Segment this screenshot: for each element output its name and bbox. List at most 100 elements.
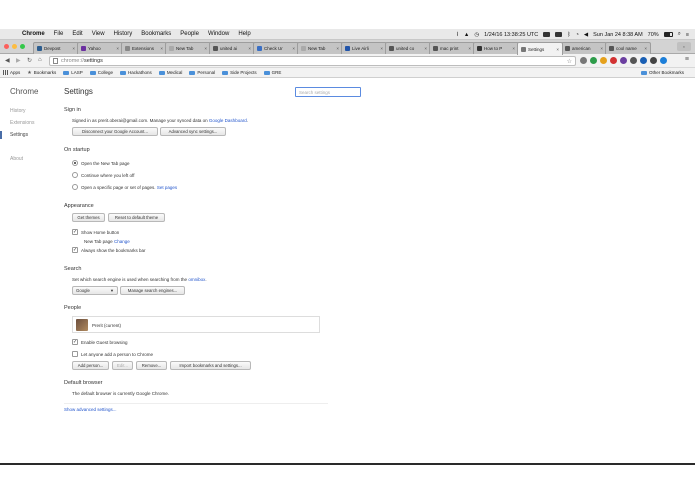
- menu-edit[interactable]: Edit: [72, 31, 82, 37]
- close-window-button[interactable]: [4, 44, 9, 49]
- tab-devpost[interactable]: Devpost ×: [33, 42, 79, 54]
- volume-icon[interactable]: ◀: [584, 32, 588, 38]
- wifi-icon[interactable]: ◔: [576, 32, 579, 38]
- menu-history[interactable]: History: [114, 31, 133, 37]
- minimize-window-button[interactable]: [12, 44, 17, 49]
- menu-people[interactable]: People: [180, 31, 199, 37]
- change-home-link[interactable]: Change: [114, 239, 130, 244]
- import-bookmarks-button[interactable]: Import bookmarks and settings...: [170, 361, 251, 370]
- startup-radio-continue[interactable]: [72, 172, 78, 178]
- add-person-button[interactable]: Add person...: [72, 361, 109, 370]
- close-tab-icon[interactable]: ×: [468, 46, 471, 51]
- close-tab-icon[interactable]: ×: [336, 46, 339, 51]
- tab-live-airli[interactable]: Live Airli ×: [341, 42, 387, 54]
- bookmark-bookmarks[interactable]: ★ Bookmarks: [27, 70, 56, 76]
- remove-person-button[interactable]: Remove...: [136, 361, 167, 370]
- extension-red-icon[interactable]: [610, 57, 617, 64]
- menu-bookmarks[interactable]: Bookmarks: [141, 31, 171, 37]
- menu-chrome[interactable]: Chrome: [22, 31, 45, 37]
- close-tab-icon[interactable]: ×: [160, 46, 163, 51]
- menu-view[interactable]: View: [92, 31, 105, 37]
- bookmark-folder-personal[interactable]: Personal: [189, 70, 215, 75]
- bookmark-folder-medical[interactable]: Medical: [158, 70, 182, 75]
- tab-check-ur[interactable]: Check Ur ×: [253, 42, 299, 54]
- chrome-menu-icon[interactable]: ≡: [685, 56, 689, 63]
- show-bookmarks-checkbox[interactable]: ✓: [72, 247, 78, 253]
- tab-new-tab[interactable]: New Tab ×: [297, 42, 343, 54]
- anyone-add-person-checkbox[interactable]: [72, 351, 78, 357]
- bookmark-folder-gre[interactable]: GRE: [263, 70, 281, 75]
- close-tab-icon[interactable]: ×: [556, 47, 559, 52]
- nav-item-about[interactable]: About: [0, 153, 34, 165]
- search-settings-input[interactable]: [295, 87, 361, 97]
- set-pages-link[interactable]: Set pages: [157, 185, 177, 190]
- tab-settings[interactable]: Settings ×: [517, 42, 563, 55]
- menu-help[interactable]: Help: [238, 31, 250, 37]
- notification-center-icon[interactable]: ≡: [686, 32, 689, 38]
- menu-file[interactable]: File: [54, 31, 64, 37]
- show-advanced-settings-link[interactable]: Show advanced settings...: [64, 407, 117, 412]
- bookmark-folder-college[interactable]: College: [89, 70, 113, 75]
- nav-item-settings[interactable]: Settings: [0, 129, 34, 141]
- reset-theme-button[interactable]: Reset to default theme: [108, 213, 165, 222]
- status-square-icon[interactable]: [543, 32, 551, 37]
- bookmark-apps[interactable]: Apps: [3, 70, 20, 75]
- bookmark-star-icon[interactable]: ☆: [567, 58, 572, 65]
- extension-dark-icon[interactable]: [630, 57, 637, 64]
- back-icon[interactable]: ◀: [5, 57, 10, 64]
- close-tab-icon[interactable]: ×: [380, 46, 383, 51]
- close-tab-icon[interactable]: ×: [248, 46, 251, 51]
- show-home-checkbox[interactable]: ✓: [72, 229, 78, 235]
- close-tab-icon[interactable]: ×: [644, 46, 647, 51]
- menubar-clock[interactable]: Sun Jan 24 8:38 AM: [593, 32, 643, 38]
- extension-purple-icon[interactable]: [620, 57, 627, 64]
- close-tab-icon[interactable]: ×: [204, 46, 207, 51]
- get-themes-button[interactable]: Get themes: [72, 213, 105, 222]
- google-dashboard-link[interactable]: Google Dashboard: [209, 118, 247, 123]
- clock-app-icon[interactable]: ◷: [474, 32, 479, 38]
- edit-person-button[interactable]: Edit...: [112, 361, 133, 370]
- tab-united-co[interactable]: united co ×: [385, 42, 431, 54]
- extension-blue-icon[interactable]: [640, 57, 647, 64]
- drive-icon[interactable]: ▲: [464, 32, 469, 38]
- home-icon[interactable]: ⌂: [38, 57, 42, 63]
- spotlight-icon[interactable]: ⌕: [678, 31, 681, 38]
- signal-icon[interactable]: ⌇: [456, 32, 459, 38]
- close-tab-icon[interactable]: ×: [116, 46, 119, 51]
- other-bookmarks[interactable]: Other Bookmarks: [640, 70, 684, 75]
- tab-mac-print[interactable]: mac print ×: [429, 42, 475, 54]
- zoom-window-button[interactable]: [20, 44, 25, 49]
- nav-item-history[interactable]: History: [0, 105, 34, 117]
- battery-icon[interactable]: [663, 32, 673, 37]
- tab-united-ai[interactable]: united ai ×: [209, 42, 255, 54]
- extension-info-icon[interactable]: [660, 57, 667, 64]
- cast-icon[interactable]: [580, 57, 587, 64]
- tab-cool-name[interactable]: cool name ×: [605, 42, 651, 54]
- close-tab-icon[interactable]: ×: [72, 46, 75, 51]
- extension-pin-icon[interactable]: [650, 57, 657, 64]
- bookmark-folder-side-projects[interactable]: Side Projects: [222, 70, 257, 75]
- bookmark-folder-lasp[interactable]: LASP: [63, 70, 83, 75]
- tab-how-to-p[interactable]: How to P ×: [473, 42, 519, 54]
- profile-button[interactable]: ◖: [677, 42, 691, 51]
- omnibox-link[interactable]: omnibox: [188, 277, 205, 282]
- search-engine-select[interactable]: Google ▼: [72, 286, 118, 295]
- close-tab-icon[interactable]: ×: [292, 46, 295, 51]
- startup-radio-new-tab[interactable]: [72, 160, 78, 166]
- tab-extensions[interactable]: Extensions ×: [121, 42, 167, 54]
- bookmark-folder-hackathons[interactable]: Hackathons: [120, 70, 152, 75]
- extension-honey-icon[interactable]: [600, 57, 607, 64]
- reload-icon[interactable]: ↻: [27, 57, 32, 64]
- startup-radio-specific[interactable]: [72, 184, 78, 190]
- guest-browsing-checkbox[interactable]: ✓: [72, 339, 78, 345]
- close-tab-icon[interactable]: ×: [512, 46, 515, 51]
- close-tab-icon[interactable]: ×: [600, 46, 603, 51]
- bluetooth-icon[interactable]: ᛒ: [567, 32, 570, 38]
- manage-search-engines-button[interactable]: Manage search engines...: [120, 286, 185, 295]
- forward-icon[interactable]: ▶: [16, 57, 21, 64]
- close-tab-icon[interactable]: ×: [424, 46, 427, 51]
- status-square-icon-2[interactable]: [555, 32, 563, 37]
- nav-item-extensions[interactable]: Extensions: [0, 117, 34, 129]
- current-profile[interactable]: Prerit (current): [92, 323, 121, 328]
- tab-american[interactable]: american ×: [561, 42, 607, 54]
